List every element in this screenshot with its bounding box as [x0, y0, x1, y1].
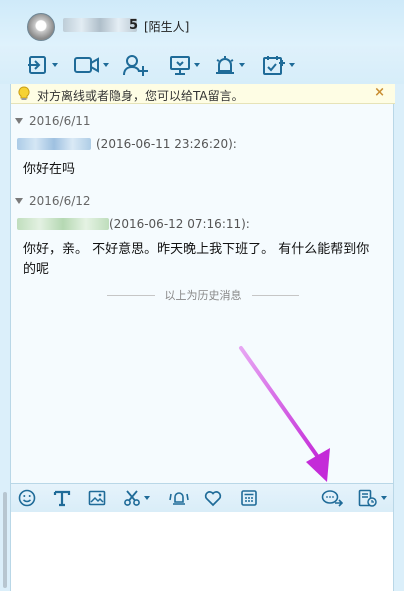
input-toolbar: [10, 484, 394, 512]
message-time: (2016-06-11 23:26:20):: [96, 137, 237, 151]
divider-line: [251, 294, 299, 296]
title-bar: 5 [陌生人]: [0, 0, 404, 46]
history-divider: 以上为历史消息: [107, 287, 299, 303]
chevron-down-icon: [103, 63, 109, 67]
chevron-down-icon: [144, 496, 150, 500]
message-history-pane[interactable]: 对方离线或者隐身，您可以给TA留言。 × 2016/6/11 (2016-06-…: [10, 84, 395, 484]
offline-notice-text: 对方离线或者隐身，您可以给TA留言。: [37, 89, 244, 103]
chevron-down-icon: [289, 63, 295, 67]
remote-desktop-icon: [170, 56, 190, 75]
message-input-area[interactable]: [10, 512, 394, 591]
date-label: 2016/6/11: [29, 114, 91, 128]
calculator-icon: [241, 490, 257, 506]
contact-name-tail: 5: [129, 18, 139, 33]
contact-avatar[interactable]: [27, 13, 55, 41]
send-file-button[interactable]: [27, 52, 58, 78]
calendar-check-icon: [263, 56, 285, 75]
offline-notice-bar: 对方离线或者隐身，您可以给TA留言。 ×: [11, 84, 395, 104]
calculator-button[interactable]: [240, 488, 258, 508]
message-text: 你好在吗: [23, 162, 76, 177]
contact-name-blurred: [63, 18, 137, 32]
shake-bell-icon: [169, 492, 189, 505]
message-record-button[interactable]: [358, 488, 387, 508]
message-time: (2016-06-12 07:16:11):: [109, 217, 250, 231]
sender-name-blurred: [17, 218, 109, 230]
video-camera-icon: [74, 57, 99, 73]
history-divider-text: 以上为历史消息: [164, 289, 242, 302]
heart-button[interactable]: [204, 488, 222, 508]
add-user-icon: [123, 55, 148, 76]
chevron-down-icon: [52, 63, 58, 67]
add-friend-button[interactable]: [123, 52, 149, 78]
message-forward-button[interactable]: [321, 488, 343, 508]
date-header[interactable]: 2016/6/11: [15, 113, 91, 129]
chevron-down-icon: [194, 63, 200, 67]
close-icon[interactable]: ×: [374, 85, 385, 100]
collapse-triangle-icon: [15, 198, 23, 204]
chevron-down-icon: [381, 496, 387, 500]
vertical-scrollbar[interactable]: [3, 492, 7, 588]
message-text-line: 的呢: [23, 262, 50, 277]
alarm-icon: [216, 56, 234, 74]
message-text-line: 你好，亲。 不好意思。昨天晚上我下班了。 有什么能帮到你: [23, 242, 370, 257]
font-button[interactable]: [53, 488, 71, 508]
chat-toolbar: [0, 46, 404, 84]
text-font-icon: [53, 490, 71, 507]
scissors-icon: [124, 490, 140, 506]
emoji-button[interactable]: [18, 488, 36, 508]
date-label: 2016/6/12: [29, 194, 91, 208]
sender-name-blurred: [17, 138, 91, 150]
heart-icon: [204, 491, 222, 507]
date-header[interactable]: 2016/6/12: [15, 193, 91, 209]
message-forward-icon: [321, 490, 343, 507]
divider-line: [107, 294, 155, 296]
video-call-button[interactable]: [74, 52, 109, 78]
stranger-tag: [陌生人]: [144, 20, 190, 34]
lightbulb-icon: [18, 86, 30, 100]
collapse-triangle-icon: [15, 118, 23, 124]
screenshot-button[interactable]: [123, 488, 150, 508]
alarm-button[interactable]: [214, 52, 245, 78]
message-record-icon: [358, 489, 377, 507]
send-file-icon: [28, 56, 46, 74]
image-icon: [88, 490, 106, 506]
smiley-icon: [18, 489, 36, 507]
remote-desktop-button[interactable]: [169, 52, 200, 78]
schedule-button[interactable]: [262, 52, 295, 78]
shake-button[interactable]: [169, 488, 189, 508]
image-button[interactable]: [88, 488, 106, 508]
chevron-down-icon: [239, 63, 245, 67]
